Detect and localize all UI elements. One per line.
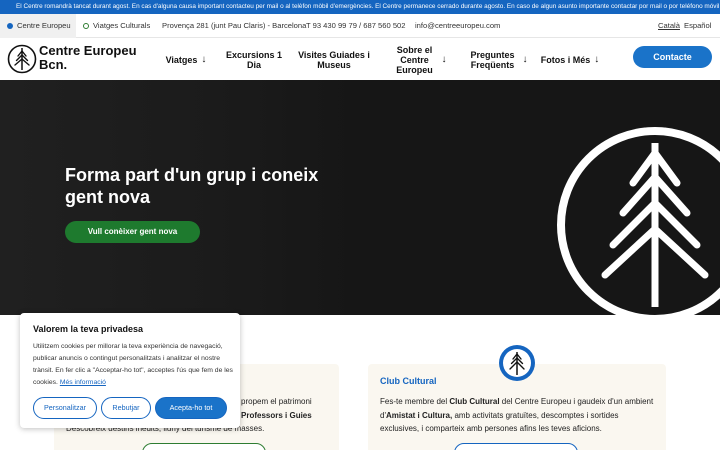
card-text: Fes-te membre del Club Cultural del Cent… (380, 395, 655, 436)
top-bar: Centre Europeu Viatges Culturals Provenç… (0, 14, 720, 38)
nav-label: Visites Guiades i Museus (298, 49, 370, 70)
nav-label: Preguntes Freqüents (470, 49, 515, 70)
logo-text[interactable]: Centre Europeu Bcn. (39, 44, 149, 72)
pine-tree-badge-icon (499, 345, 535, 381)
radio-dot-icon (83, 23, 89, 29)
arrow-down-icon: ↓ (522, 53, 528, 65)
customize-cookies-button[interactable]: Personalitzar (33, 397, 97, 419)
cookie-text: Utilitzem cookies per millorar la teva e… (33, 341, 233, 389)
nav-label: Excursions 1 Dia (225, 49, 283, 70)
tab-label: Centre Europeu (17, 21, 71, 30)
card-text-part: propem el patrimoni (241, 397, 312, 406)
accept-all-cookies-button[interactable]: Acepta-ho tot (155, 397, 227, 419)
reject-cookies-button[interactable]: Rebutjar (101, 397, 151, 419)
hero-banner: Forma part d'un grup i coneix gent nova … (0, 80, 720, 315)
nav-label: Viatges (165, 54, 198, 65)
meet-people-button[interactable]: Vull conèixer gent nova (65, 221, 200, 243)
arrow-down-icon: ↓ (594, 53, 600, 65)
arrow-down-icon: ↓ (441, 53, 447, 65)
announcement-bar: El Centre romandrà tancat durant agost. … (0, 0, 720, 14)
tab-label: Viatges Culturals (93, 21, 151, 30)
phone-link[interactable]: T 93 430 99 79 / 687 560 502 (306, 14, 406, 38)
pine-tree-circle-icon[interactable] (7, 44, 37, 74)
nav-visites-guiades[interactable]: Visites Guiades i Museus (296, 39, 372, 80)
card-text-bold: Club Cultural (449, 397, 500, 406)
lang-espanol[interactable]: Español (684, 14, 711, 38)
nav-label: Sobre el Centre Europeu (396, 44, 433, 75)
lang-catala[interactable]: Català (658, 14, 680, 38)
nav-fotos[interactable]: Fotos i Més ↓ (536, 39, 604, 80)
radio-dot-icon (7, 23, 13, 29)
address-text: Provença 281 (junt Pau Claris) - Barcelo… (162, 21, 307, 30)
hero-title: Forma part d'un grup i coneix gent nova (65, 165, 319, 207)
cookie-consent-dialog: Valorem la teva privadesa Utilitzem cook… (20, 313, 240, 428)
tab-viatges-culturals[interactable]: Viatges Culturals (76, 14, 156, 38)
contact-button[interactable]: Contacte (633, 46, 712, 68)
pine-tree-circle-icon (557, 127, 720, 315)
main-header: Centre Europeu Bcn. Viatges ↓ Excursions … (0, 39, 720, 80)
nav-excursions[interactable]: Excursions 1 Dia (222, 39, 286, 80)
more-info-link[interactable]: Més informació (60, 379, 106, 386)
cookie-title: Valorem la teva privadesa (33, 324, 144, 334)
card-text-part: Professors i Guies (241, 410, 312, 420)
card-title: Club Cultural (380, 376, 437, 386)
nav-sobre-el-centre[interactable]: Sobre el Centre Europeu ↓ (386, 39, 452, 80)
tab-centre-europeu[interactable]: Centre Europeu (0, 14, 76, 38)
nav-label: Fotos i Més (540, 54, 591, 65)
nav-viatges[interactable]: Viatges ↓ (160, 39, 212, 80)
card-text-bold: Amistat i Cultura, (385, 410, 453, 420)
card-button[interactable] (454, 443, 578, 450)
arrow-down-icon: ↓ (201, 53, 207, 65)
nav-preguntes[interactable]: Preguntes Freqüents ↓ (462, 39, 532, 80)
email-link[interactable]: info@centreeuropeu.com (415, 14, 500, 38)
card-button[interactable] (142, 443, 266, 450)
card-text-part: Fes-te membre del (380, 397, 450, 406)
